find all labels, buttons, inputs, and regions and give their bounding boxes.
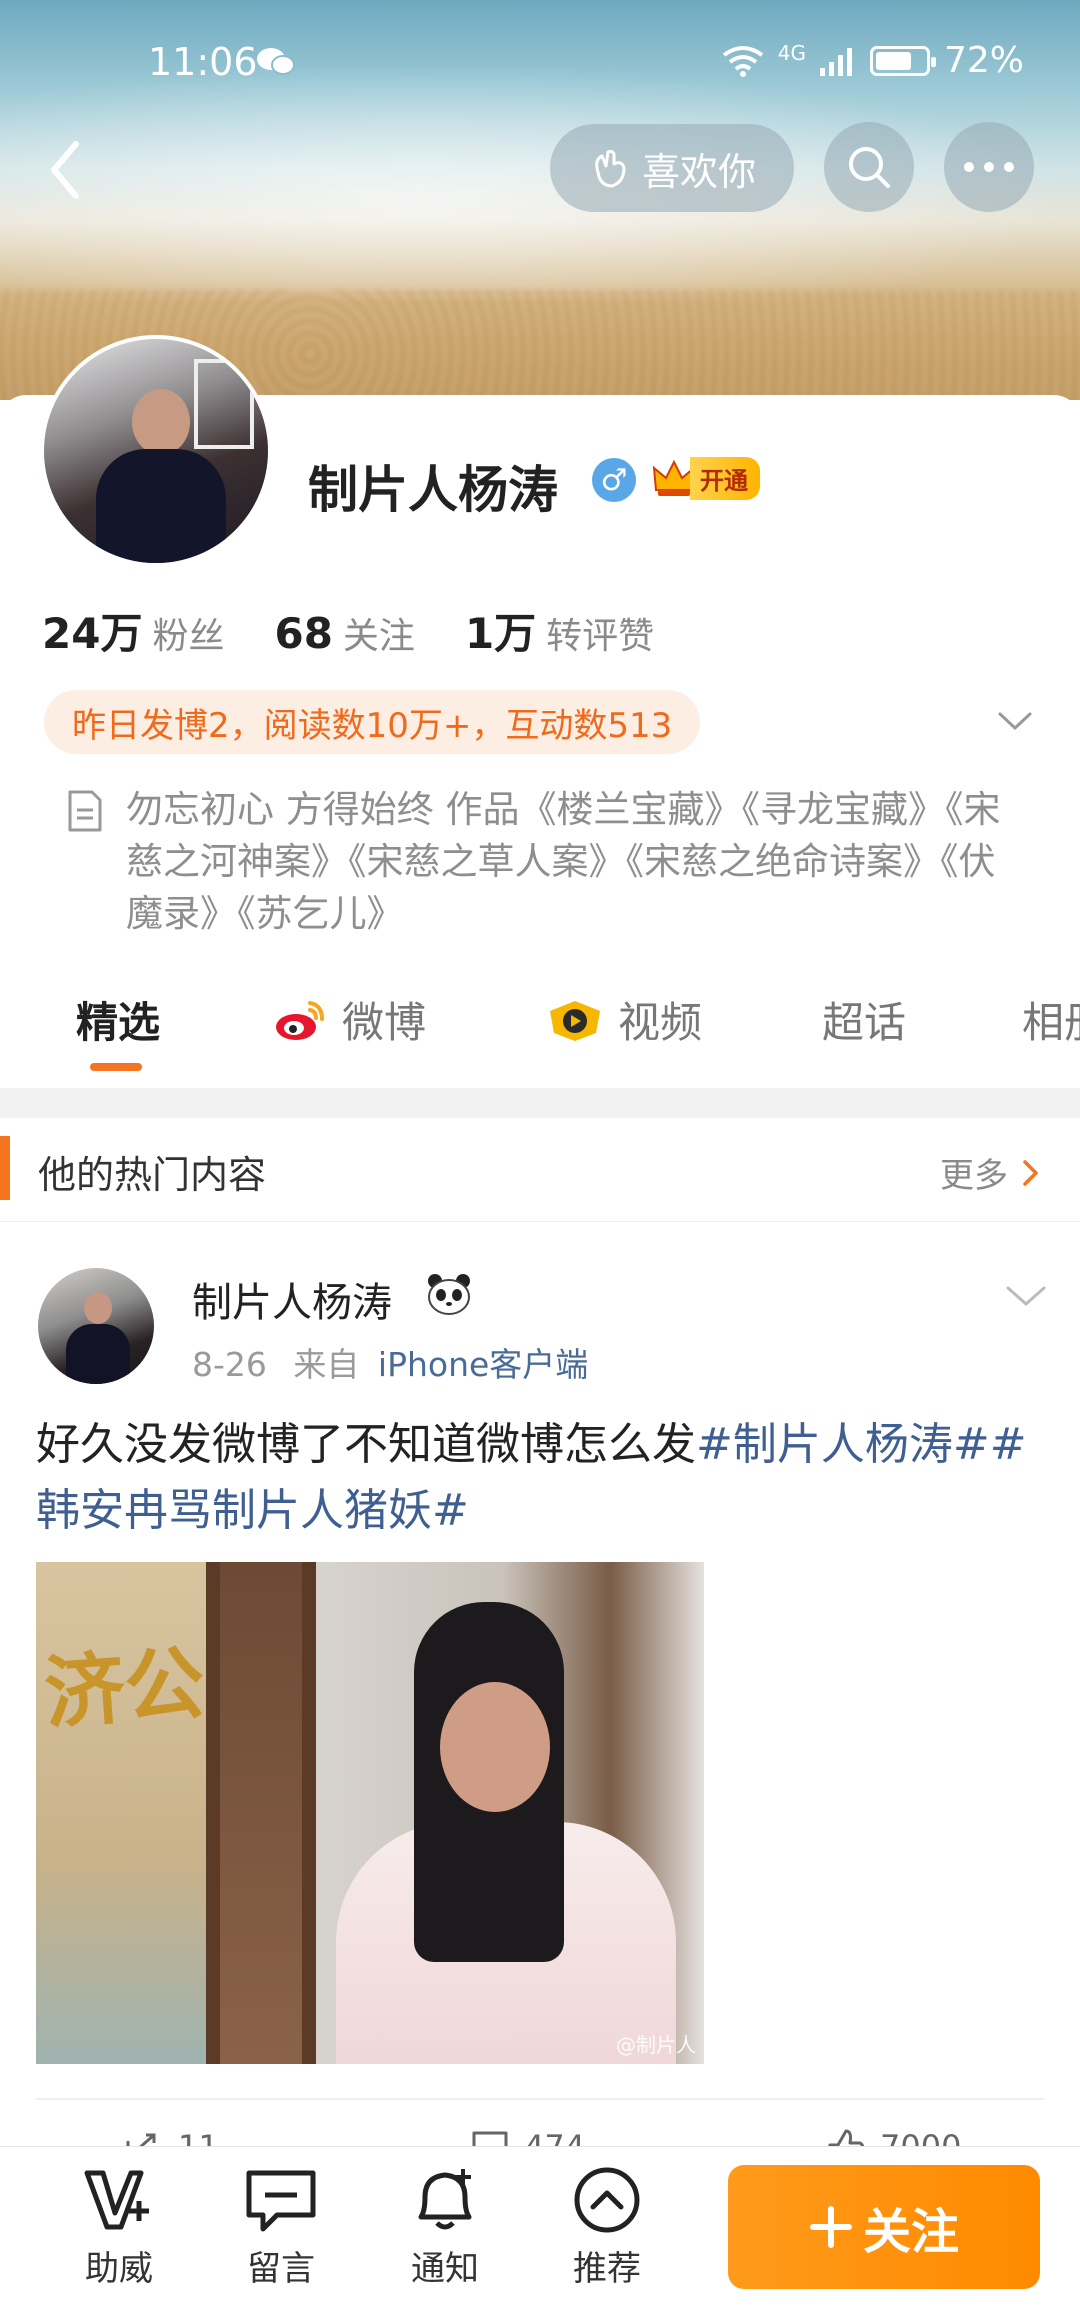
hot-content-title: 他的热门内容 [38, 1153, 267, 1197]
status-time: 11:06 [148, 40, 258, 84]
signal-icon [819, 47, 852, 76]
profile-name: 制片人杨涛 [308, 461, 558, 519]
tab-weibo[interactable]: 微博 [272, 989, 426, 1050]
vip-open-badge[interactable]: 开通 [652, 456, 760, 500]
fans-count[interactable]: 24万 [42, 600, 142, 661]
post-options-chevron-icon[interactable] [1004, 1282, 1048, 1312]
post-hashtag-1[interactable]: #制片人杨涛# [696, 1419, 990, 1470]
more-dots-icon [964, 162, 1014, 172]
follow-button[interactable]: 关注 [728, 2165, 1040, 2289]
hand-heart-icon [595, 149, 626, 188]
chevron-down-icon[interactable] [996, 706, 1034, 736]
cheer-button[interactable]: 助威 [64, 2165, 174, 2290]
post-image[interactable]: 济公4 @制片人 [36, 1562, 704, 2064]
post-author-name[interactable]: 制片人杨涛 [192, 1270, 392, 1328]
male-gender-icon: ♂ [592, 458, 636, 502]
weibo-icon [276, 1000, 324, 1040]
recommend-label: 推荐 [573, 2249, 641, 2289]
cheer-icon [84, 2170, 149, 2230]
post-author-avatar[interactable] [38, 1268, 154, 1384]
bell-icon [418, 2169, 472, 2230]
like-you-label: 喜欢你 [641, 149, 756, 194]
hot-content-header: 他的热门内容 更多 [0, 1118, 1080, 1222]
battery-percent: 72% [943, 40, 1024, 81]
post-date: 8-26 [192, 1345, 267, 1384]
vip-badge-label: 开通 [690, 456, 760, 500]
profile-bio: 勿忘初心 方得始终 作品《楼兰宝藏》《寻龙宝藏》《宋慈之河神案》《宋慈之草人案》… [66, 784, 1006, 940]
network-type: 4G [777, 40, 806, 65]
fans-label[interactable]: 粉丝 [152, 607, 224, 659]
post-source[interactable]: iPhone客户端 [378, 1345, 588, 1384]
following-label[interactable]: 关注 [343, 607, 415, 659]
image-watermark: @制片人 [616, 2033, 696, 2057]
tab-super-topic-label: 超话 [822, 998, 907, 1047]
more-link[interactable]: 更多 [940, 1148, 1040, 1197]
recommend-icon [574, 2167, 640, 2233]
image-door-frame [206, 1562, 316, 2064]
search-button[interactable] [824, 122, 914, 212]
post-from-label: 来自 [293, 1345, 360, 1384]
cheer-label: 助威 [85, 2249, 153, 2289]
message-button[interactable]: 留言 [226, 2165, 336, 2290]
follow-label: 关注 [862, 2204, 959, 2260]
notify-button[interactable]: 通知 [390, 2165, 500, 2290]
tab-album-label: 相册 [1022, 998, 1080, 1047]
message-label: 留言 [247, 2249, 315, 2289]
post-divider [36, 2098, 1044, 2100]
interactions-count: 1万 [464, 609, 537, 658]
more-label: 更多 [940, 1156, 1008, 1196]
battery-icon [869, 45, 936, 76]
panda-icon [428, 1274, 470, 1315]
tab-video[interactable]: 视频 [546, 989, 702, 1050]
search-icon [849, 147, 890, 188]
bottom-action-bar: 助威 留言 通知 推荐 关注 [0, 2146, 1080, 2310]
section-accent-bar [0, 1136, 10, 1200]
recommend-button[interactable]: 推荐 [552, 2165, 662, 2290]
document-icon [68, 790, 102, 832]
tab-super-topic[interactable]: 超话 [822, 989, 906, 1050]
profile-stats: 24万 粉丝 68 关注 1万 转评赞 [42, 600, 704, 661]
tab-video-label: 视频 [618, 998, 703, 1047]
section-separator [0, 1088, 1080, 1118]
tab-album[interactable]: 相册 [1022, 989, 1080, 1050]
profile-tabs: 精选 微博 视频 超话 相册 [0, 955, 1080, 1075]
status-bar: 11:06 4G 72% [0, 0, 1080, 120]
tab-weibo-label: 微博 [342, 998, 427, 1047]
notify-label: 通知 [411, 2249, 479, 2289]
wechat-icon [257, 48, 295, 75]
more-button[interactable] [944, 122, 1034, 212]
image-figure-face [440, 1682, 550, 1812]
post-text: 好久没发微博了不知道微博怎么发#制片人杨涛##韩安冉骂制片人猪妖# [36, 1412, 1046, 1544]
message-icon [246, 2170, 316, 2232]
active-tab-indicator [90, 1063, 142, 1071]
profile-avatar[interactable] [40, 335, 272, 567]
following-count[interactable]: 68 [274, 609, 332, 658]
interactions-label: 转评赞 [546, 616, 655, 657]
chevron-right-icon [1023, 1159, 1038, 1186]
post-text-body: 好久没发微博了不知道微博怎么发 [36, 1419, 696, 1470]
system-indicators: 4G 72% [722, 40, 1024, 81]
tab-featured[interactable]: 精选 [76, 989, 160, 1050]
video-icon [550, 1000, 600, 1041]
post-meta: 8-26 来自 iPhone客户端 [192, 1338, 588, 1386]
wifi-icon [722, 45, 763, 77]
like-you-button[interactable]: 喜欢你 [550, 124, 794, 212]
plus-icon [809, 2206, 852, 2248]
bio-text: 勿忘初心 方得始终 作品《楼兰宝藏》《寻龙宝藏》《宋慈之河神案》《宋慈之草人案》… [126, 788, 1001, 935]
tab-featured-label: 精选 [76, 998, 161, 1047]
back-button[interactable] [36, 130, 96, 210]
activity-summary[interactable]: 昨日发博2，阅读数10万+，互动数513 [44, 690, 701, 754]
